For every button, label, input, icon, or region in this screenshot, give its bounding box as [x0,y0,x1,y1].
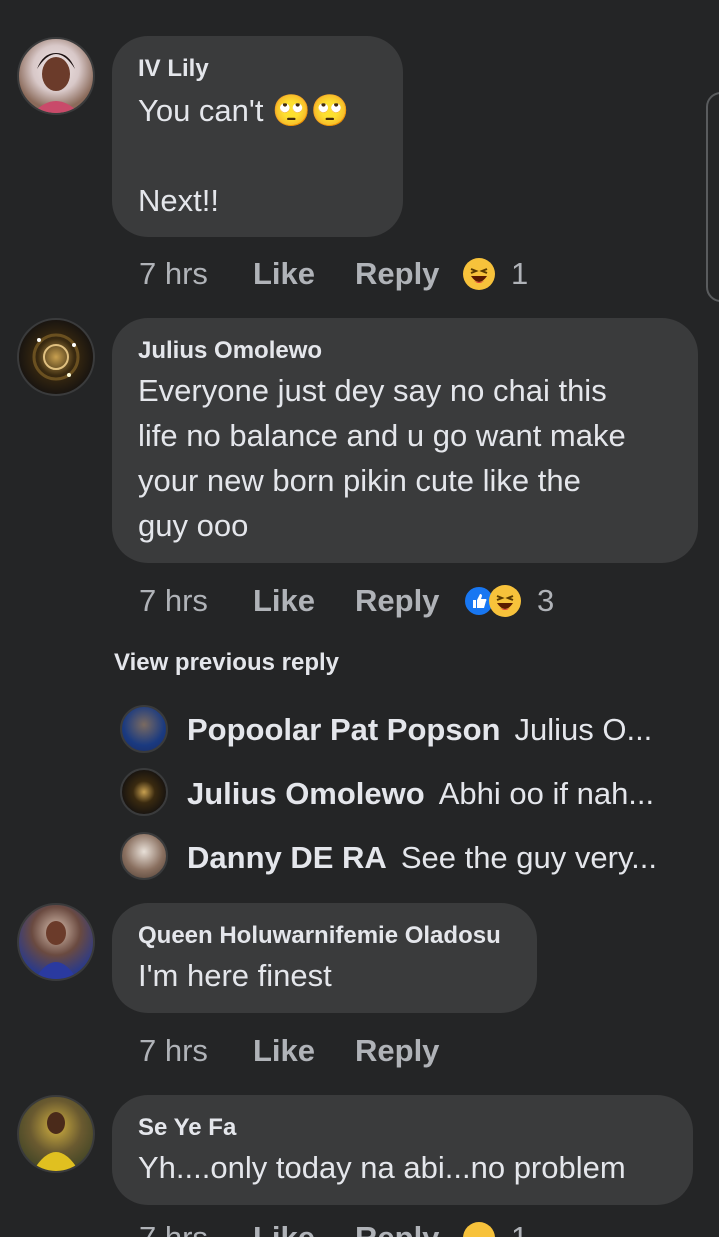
comment-bubble[interactable]: Julius Omolewo Everyone just dey say no … [112,318,698,563]
reaction-summary[interactable] [463,585,521,617]
avatar-popoolar-pat-popson[interactable] [120,705,168,753]
avatar-se-ye-fa[interactable] [17,1095,95,1173]
avatar-danny-de-ra[interactable] [120,832,168,880]
reaction-summary[interactable] [463,1222,495,1237]
comment-text: Everyone just dey say no chai this life … [138,373,626,543]
reply-item[interactable]: Danny DE RA See the guy very... [187,834,657,882]
avatar-julius-omolewo-small[interactable] [120,768,168,816]
comment-meta: 7 hrs Like Reply 3 [139,581,554,621]
comment-bubble[interactable]: Queen Holuwarnifemie Oladosu I'm here fi… [112,903,537,1013]
like-link[interactable]: Like [253,1220,355,1237]
comment-time[interactable]: 7 hrs [139,583,253,619]
reply-link[interactable]: Reply [355,256,463,292]
comment-bubble[interactable]: Se Ye Fa Yh....only today na abi...no pr… [112,1095,693,1205]
reply-link[interactable]: Reply [355,1220,463,1237]
scroll-handle[interactable] [706,92,719,302]
comment-time[interactable]: 7 hrs [139,1033,253,1069]
comment-author[interactable]: Se Ye Fa [138,1113,667,1143]
like-link[interactable]: Like [253,583,355,619]
reaction-count[interactable]: 1 [511,1220,528,1237]
reaction-count[interactable]: 1 [511,256,528,292]
comments-screen: IV Lily You can't 🙄🙄 Next!! 7 hrs Like R… [0,0,719,1237]
avatar-iv-lily[interactable] [17,37,95,115]
reply-preview: See the guy very... [400,840,657,875]
comment-author[interactable]: IV Lily [138,54,377,84]
like-link[interactable]: Like [253,256,355,292]
comment-text: Yh....only today na abi...no problem [138,1150,626,1185]
like-link[interactable]: Like [253,1033,355,1069]
reply-item[interactable]: Popoolar Pat Popson Julius O... [187,706,652,754]
comment-author[interactable]: Julius Omolewo [138,336,672,366]
reaction-summary[interactable] [463,258,495,290]
haha-reaction-icon [463,258,495,290]
comment-text: You can't [138,93,264,128]
reaction-count[interactable]: 3 [537,583,554,619]
eye-roll-emoji: 🙄🙄 [272,93,350,128]
reply-item[interactable]: Julius Omolewo Abhi oo if nah... [187,770,654,818]
comment-text-second: Next!! [138,183,219,218]
avatar-queen-holuwarnifemie[interactable] [17,903,95,981]
reply-author[interactable]: Popoolar Pat Popson [187,712,500,748]
reply-link[interactable]: Reply [355,1033,463,1069]
reply-author[interactable]: Danny DE RA [187,840,387,876]
reply-preview: Abhi oo if nah... [438,776,655,811]
comment-text-line: You can't 🙄🙄 [138,88,377,133]
haha-reaction-icon [463,1222,495,1237]
comment-meta: 7 hrs Like Reply 1 [139,1218,528,1237]
avatar-julius-omolewo[interactable] [17,318,95,396]
comment-author[interactable]: Queen Holuwarnifemie Oladosu [138,921,511,951]
comment-bubble[interactable]: IV Lily You can't 🙄🙄 Next!! [112,36,403,237]
comment-meta: 7 hrs Like Reply 1 [139,254,528,294]
view-previous-reply-link[interactable]: View previous reply [114,649,339,677]
reply-link[interactable]: Reply [355,583,463,619]
comment-time[interactable]: 7 hrs [139,256,253,292]
haha-reaction-icon [489,585,521,617]
reply-author[interactable]: Julius Omolewo [187,776,425,812]
reply-preview: Julius O... [514,712,653,747]
comment-meta: 7 hrs Like Reply [139,1031,463,1071]
comment-time[interactable]: 7 hrs [139,1220,253,1237]
comment-text: I'm here finest [138,958,332,993]
